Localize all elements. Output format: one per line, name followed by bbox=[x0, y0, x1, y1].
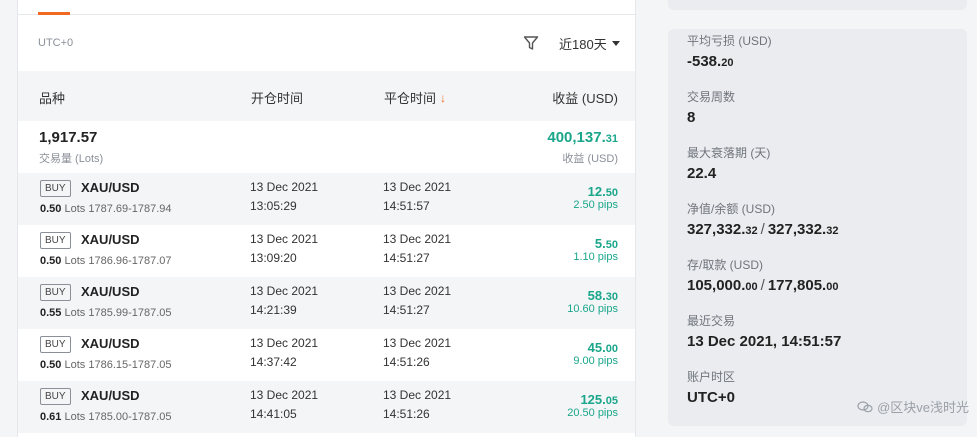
symbol: XAU/USD bbox=[81, 388, 140, 403]
equity-balance-value: 327,332.32/327,332.32 bbox=[687, 221, 839, 238]
close-date: 13 Dec 2021 bbox=[383, 232, 452, 246]
column-header-open-time[interactable]: 开仓时间 bbox=[251, 88, 303, 107]
chevron-down-icon bbox=[611, 41, 620, 46]
summary-row: 1,917.57 交易量 (Lots) 400,137.31 收益 (USD) bbox=[18, 121, 635, 173]
total-lots: 1,917.57 bbox=[39, 129, 98, 146]
trade-profit: 12.50 bbox=[587, 184, 618, 199]
close-date: 13 Dec 2021 bbox=[383, 180, 452, 194]
lots-info: 0.50 Lots 1787.69-1787.94 bbox=[40, 203, 172, 215]
card-top-fragment bbox=[668, 0, 967, 10]
close-time: 14:51:57 bbox=[383, 199, 430, 213]
watermark-text: @区块ve浅时光 bbox=[877, 400, 969, 415]
open-time: 14:37:42 bbox=[250, 355, 297, 369]
max-drawdown-label: 最大衰落期 (天) bbox=[687, 146, 771, 160]
side-badge: BUY bbox=[40, 336, 71, 353]
side-badge: BUY bbox=[40, 180, 71, 197]
trade-pips: 20.50 pips bbox=[567, 407, 618, 419]
deposits-withdrawals-value: 105,000.00/177,805.00 bbox=[687, 277, 839, 294]
symbol: XAU/USD bbox=[81, 284, 140, 299]
open-date: 13 Dec 2021 bbox=[250, 180, 319, 194]
table-header: 品种 开仓时间 平仓时间 ↓ 收益 (USD) bbox=[18, 71, 635, 121]
open-date: 13 Dec 2021 bbox=[250, 232, 319, 246]
open-time: 14:41:05 bbox=[250, 407, 297, 421]
trade-profit: 5.50 bbox=[594, 236, 618, 251]
side-badge: BUY bbox=[40, 388, 71, 405]
open-time: 13:09:20 bbox=[250, 251, 297, 265]
deposits-withdrawals-label: 存/取款 (USD) bbox=[687, 258, 763, 272]
trade-profit: 125.05 bbox=[580, 392, 618, 407]
total-profit-label: 收益 (USD) bbox=[562, 153, 618, 165]
close-date: 13 Dec 2021 bbox=[383, 336, 452, 350]
sort-desc-icon: ↓ bbox=[440, 90, 447, 105]
side-badge: BUY bbox=[40, 284, 71, 301]
trade-profit: 58.30 bbox=[587, 288, 618, 303]
symbol: XAU/USD bbox=[81, 336, 140, 351]
symbol: XAU/USD bbox=[81, 232, 140, 247]
open-time: 13:05:29 bbox=[250, 199, 297, 213]
table-row[interactable]: BUY XAU/USD 0.50 Lots 1787.69-1787.94 13… bbox=[18, 173, 635, 225]
table-row[interactable]: BUY XAU/USD 0.50 Lots 1786.96-1787.07 13… bbox=[18, 225, 635, 277]
close-date: 13 Dec 2021 bbox=[383, 284, 452, 298]
trade-history-panel: UTC+0 近180天 品种 开仓时间 平仓时间 ↓ 收益 (USD) 1,91… bbox=[17, 0, 636, 437]
table-row[interactable]: BUY XAU/USD 0.50 Lots 1786.15-1787.05 13… bbox=[18, 329, 635, 381]
lots-info: 0.55 Lots 1785.99-1787.05 bbox=[40, 307, 172, 319]
date-range-value: 近180天 bbox=[559, 37, 607, 52]
open-date: 13 Dec 2021 bbox=[250, 388, 319, 402]
trade-pips: 9.00 pips bbox=[573, 355, 618, 367]
chat-bubble-icon bbox=[857, 400, 873, 412]
close-date: 13 Dec 2021 bbox=[383, 388, 452, 402]
trading-weeks-value: 8 bbox=[687, 109, 696, 126]
lots-info: 0.50 Lots 1786.15-1787.05 bbox=[40, 359, 172, 371]
close-time: 14:51:26 bbox=[383, 407, 430, 421]
column-header-symbol[interactable]: 品种 bbox=[39, 88, 65, 107]
last-trade-label: 最近交易 bbox=[687, 314, 736, 328]
trade-pips: 1.10 pips bbox=[573, 251, 618, 263]
account-stats-card: 平均亏损 (USD) -538.20 交易周数 8 最大衰落期 (天) 22.4… bbox=[668, 29, 967, 426]
table-row[interactable]: BUY XAU/USD 0.55 Lots 1785.99-1787.05 13… bbox=[18, 277, 635, 329]
trade-pips: 10.60 pips bbox=[567, 303, 618, 315]
last-trade-value: 13 Dec 2021, 14:51:57 bbox=[687, 333, 842, 350]
side-badge: BUY bbox=[40, 232, 71, 249]
filter-icon[interactable] bbox=[523, 35, 539, 51]
close-time: 14:51:27 bbox=[383, 303, 430, 317]
account-timezone-label: 账户时区 bbox=[687, 370, 736, 384]
equity-balance-label: 净值/余额 (USD) bbox=[687, 202, 775, 216]
lots-info: 0.50 Lots 1786.96-1787.07 bbox=[40, 255, 172, 267]
watermark: @区块ve浅时光 bbox=[857, 397, 969, 416]
tab-bar bbox=[18, 0, 635, 15]
account-timezone-value: UTC+0 bbox=[687, 389, 735, 406]
trade-pips: 2.50 pips bbox=[573, 199, 618, 211]
trading-weeks-label: 交易周数 bbox=[687, 90, 736, 104]
total-profit: 400,137.31 bbox=[547, 129, 618, 146]
open-date: 13 Dec 2021 bbox=[250, 336, 319, 350]
avg-loss-label: 平均亏损 (USD) bbox=[687, 34, 772, 48]
symbol: XAU/USD bbox=[81, 180, 140, 195]
open-date: 13 Dec 2021 bbox=[250, 284, 319, 298]
close-time: 14:51:27 bbox=[383, 251, 430, 265]
date-range-dropdown[interactable]: 近180天 bbox=[559, 34, 620, 53]
total-lots-label: 交易量 (Lots) bbox=[39, 153, 104, 165]
max-drawdown-value: 22.4 bbox=[687, 165, 717, 182]
column-header-profit[interactable]: 收益 (USD) bbox=[552, 88, 618, 107]
table-row[interactable]: BUY XAU/USD 0.61 Lots 1785.00-1787.05 13… bbox=[18, 381, 635, 433]
column-header-close-time-label: 平仓时间 bbox=[384, 91, 437, 106]
filter-bar: UTC+0 近180天 bbox=[18, 15, 635, 71]
avg-loss-value: -538.20 bbox=[687, 53, 734, 70]
close-time: 14:51:26 bbox=[383, 355, 430, 369]
lots-info: 0.61 Lots 1785.00-1787.05 bbox=[40, 411, 172, 423]
trade-profit: 45.00 bbox=[587, 340, 618, 355]
timezone-label: UTC+0 bbox=[38, 37, 74, 49]
column-header-close-time[interactable]: 平仓时间 ↓ bbox=[384, 88, 446, 107]
open-time: 14:21:39 bbox=[250, 303, 297, 317]
